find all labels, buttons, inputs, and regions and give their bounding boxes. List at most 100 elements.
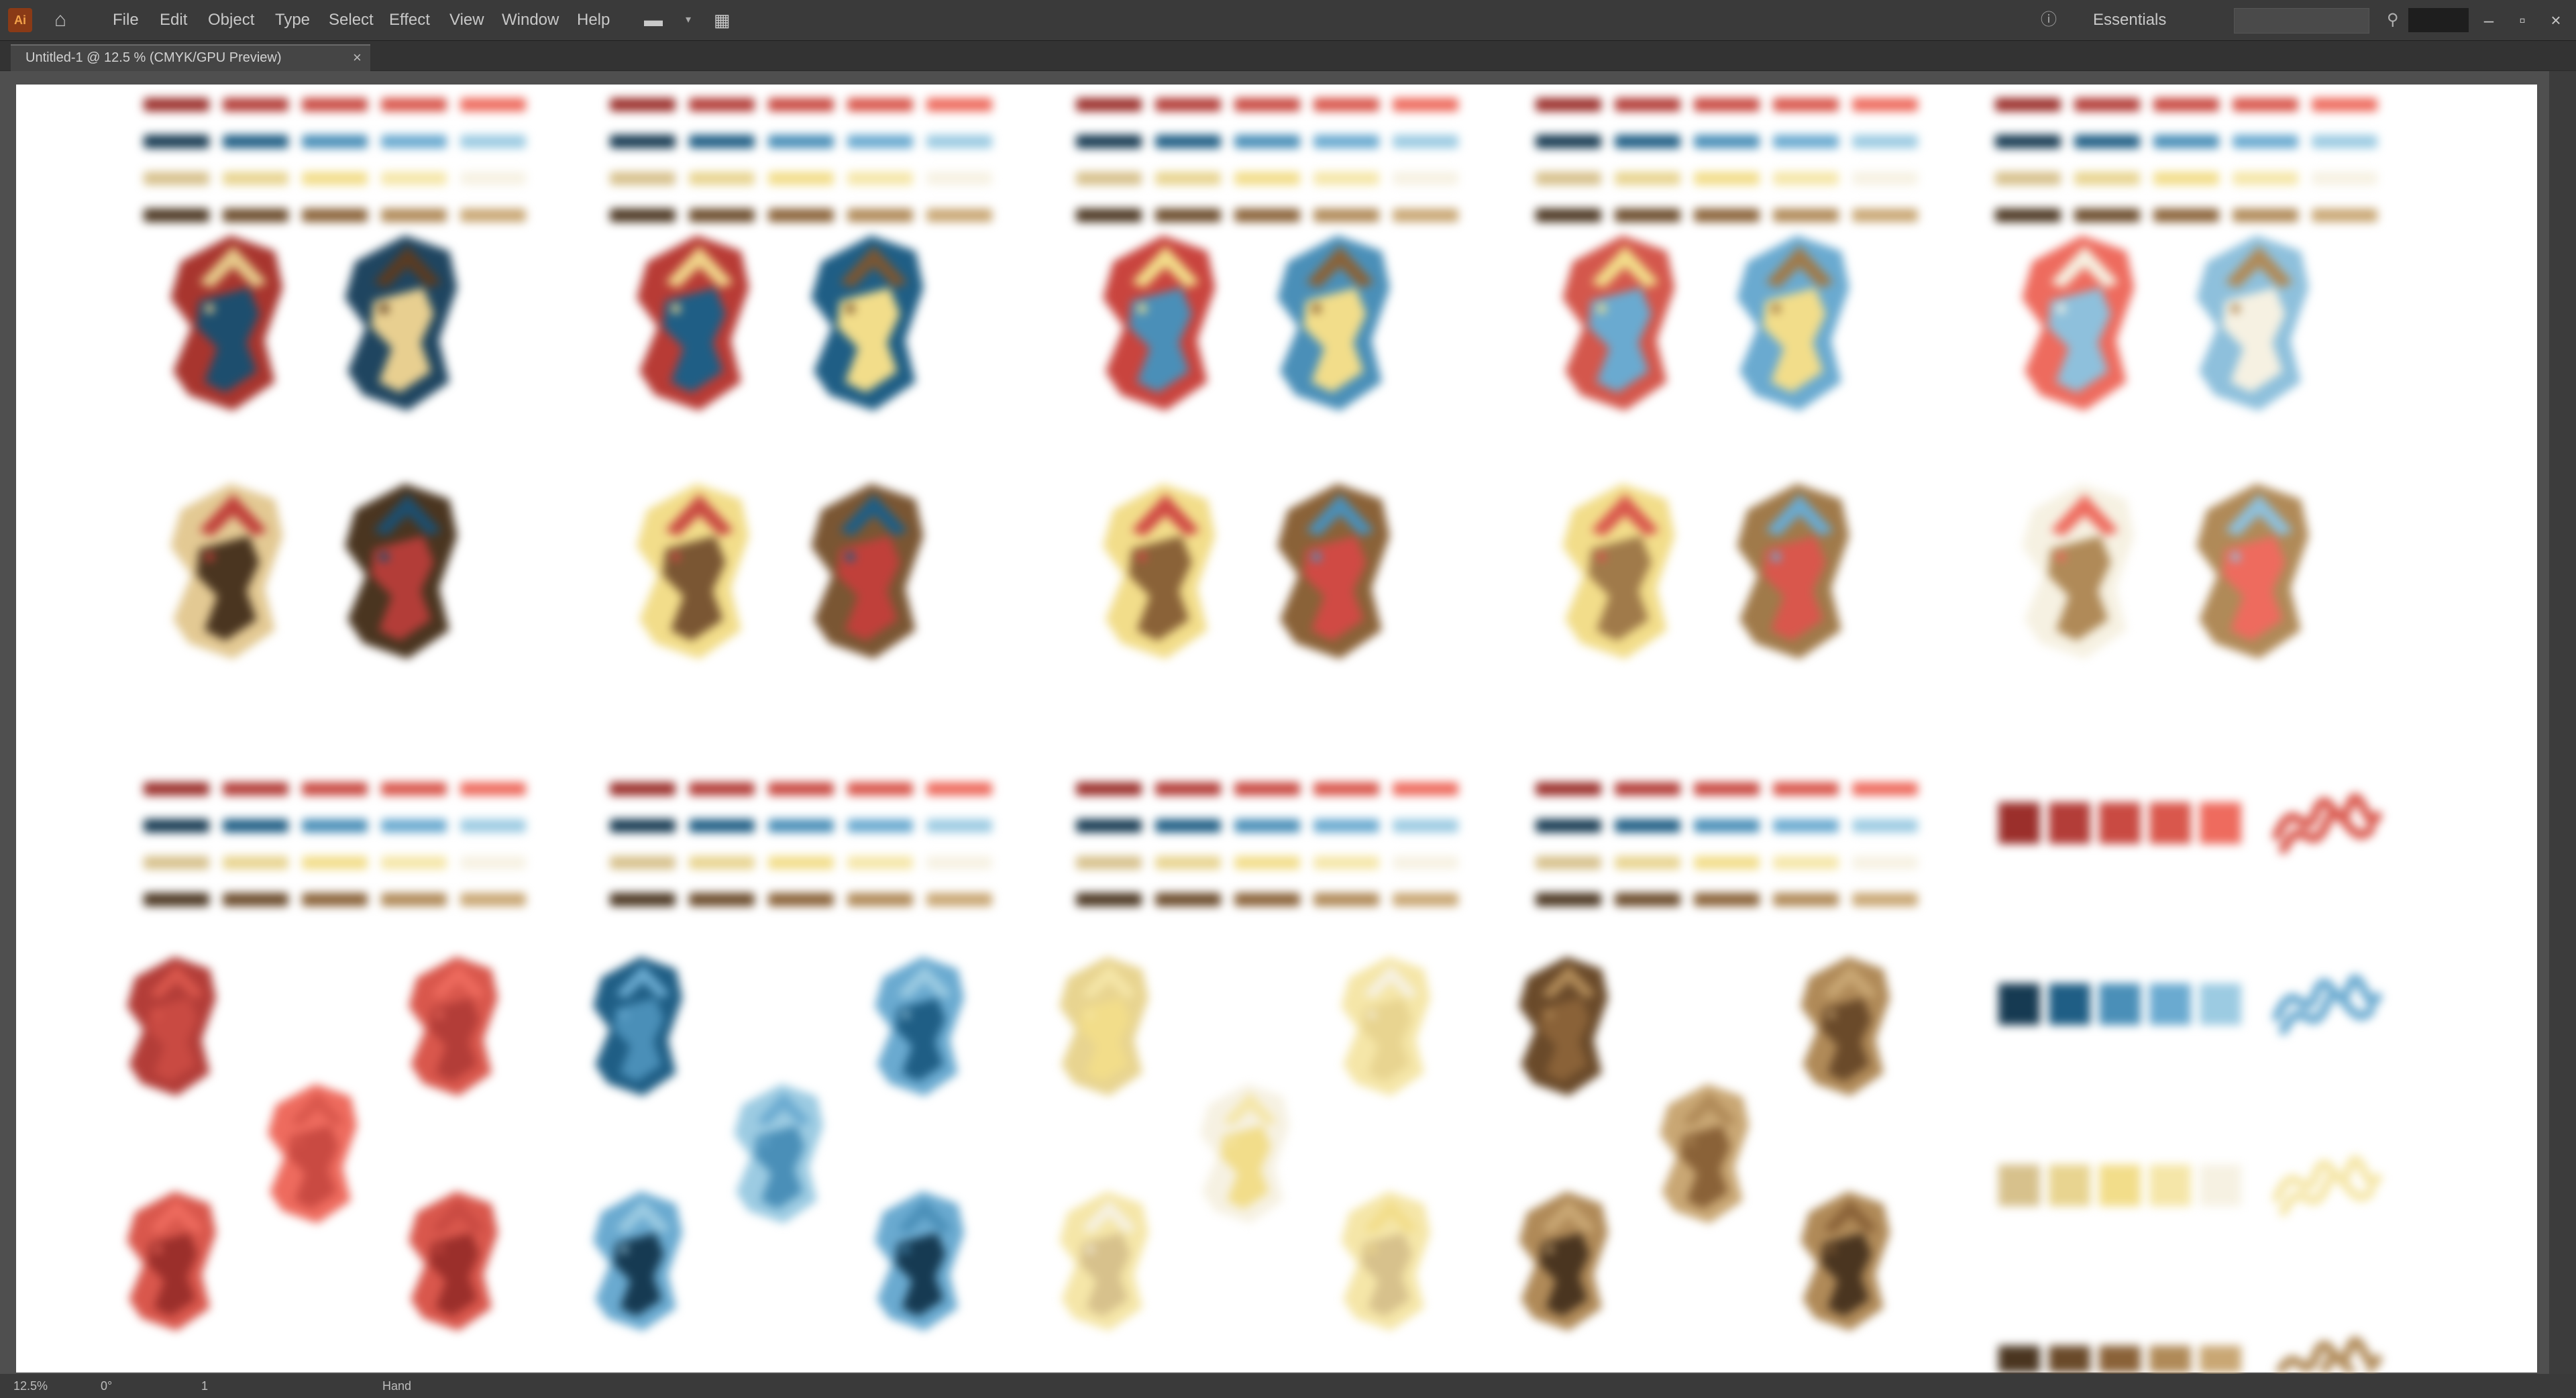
menu-view[interactable]: View (449, 9, 490, 31)
legend-browns-squiggle (2277, 1341, 2377, 1373)
swatch-yellows-4 (460, 172, 526, 185)
artboard[interactable] (16, 85, 2537, 1373)
document-tab[interactable]: Untitled-1 @ 12.5 % (CMYK/GPU Preview) × (11, 44, 370, 71)
swatch-yellows-4 (1852, 172, 1918, 185)
shape-top-right-4 (2196, 235, 2309, 411)
swatch-blues-2 (768, 135, 834, 148)
mono-browns-shape-1 (1801, 957, 1890, 1096)
menu-object[interactable]: Object (208, 9, 262, 31)
legend-browns-square-1 (2049, 1346, 2090, 1387)
swatch-blues-1 (1615, 135, 1680, 148)
maximize-icon[interactable]: ▫ (2509, 7, 2536, 34)
swatch-browns-2 (1694, 209, 1760, 222)
user-account-button[interactable] (2408, 8, 2469, 32)
mono-blues-shape-0 (593, 957, 683, 1096)
mono-reds-shape-0-eye (154, 1011, 162, 1019)
legend-yellows-square-0 (1998, 1165, 2040, 1206)
swatch-yellows-0 (144, 172, 209, 185)
mono-blues-shape-4-eye (902, 1246, 910, 1254)
swatch-grid-1 (610, 98, 992, 222)
swatch-blues-2 (768, 819, 834, 832)
search-input[interactable] (2234, 8, 2369, 34)
swatch-yellows-3 (847, 856, 913, 869)
legend-reds-square-3 (2149, 802, 2191, 844)
swatch-blues-0 (1995, 135, 2061, 148)
menu-effect[interactable]: Effect (389, 9, 436, 31)
swatch-blues-0 (144, 135, 209, 148)
swatch-blues-1 (1615, 819, 1680, 832)
swatch-blues-0 (1076, 135, 1142, 148)
swatch-browns-1 (1155, 209, 1221, 222)
mono-yellows-shape-2-eye (1227, 1138, 1236, 1146)
swatch-browns-2 (1694, 893, 1760, 906)
mono-reds-shape-2 (268, 1084, 358, 1224)
mono-browns-shape-3-eye (1546, 1246, 1554, 1254)
artboard-number[interactable]: 1 (201, 1378, 228, 1394)
shape-bottom-right-1 (811, 484, 924, 659)
mono-yellows-shape-3 (1059, 1191, 1149, 1331)
shape-top-left-4 (2022, 235, 2135, 411)
shape-top-left-1 (637, 235, 749, 411)
legend-blues-square-4 (2200, 983, 2241, 1025)
shape-bottom-left-4-eye (2056, 552, 2066, 562)
chevron-down-icon[interactable]: ▾ (686, 9, 699, 31)
artwork-canvas (127, 98, 2537, 1387)
menu-edit[interactable]: Edit (160, 9, 193, 31)
swatch-yellows-4 (460, 856, 526, 869)
swatch-reds-1 (2074, 98, 2140, 111)
swatch-reds-4 (926, 782, 992, 796)
bulb-icon[interactable]: ⓘ (2041, 9, 2061, 31)
menu-window[interactable]: Window (502, 9, 562, 31)
mono-browns-shape-3 (1519, 1191, 1609, 1331)
swatch-browns-0 (144, 209, 209, 222)
menu-help[interactable]: Help (577, 9, 617, 31)
zoom-readout[interactable]: 12.5% (13, 1378, 74, 1394)
swatch-grid-4 (1995, 98, 2377, 222)
minimize-icon[interactable]: – (2475, 7, 2502, 34)
arrange-documents-icon[interactable]: ▦ (714, 9, 746, 31)
vertical-scrollbar[interactable] (2549, 71, 2576, 1374)
swatch-yellows-2 (1234, 856, 1300, 869)
swatch-reds-3 (381, 98, 447, 111)
menu-select[interactable]: Select (329, 9, 376, 31)
mono-blues-shape-1-eye (902, 1011, 910, 1019)
swatch-yellows-0 (1076, 172, 1142, 185)
legend-yellows-squiggle (2277, 1160, 2377, 1212)
swatch-browns-1 (2074, 209, 2140, 222)
close-icon[interactable]: × (2542, 7, 2569, 34)
mono-yellows-shape-0-eye (1086, 1011, 1095, 1019)
workspace-icon[interactable]: ▬ (644, 9, 682, 31)
swatch-blues-3 (1313, 819, 1379, 832)
legend-yellows-square-3 (2149, 1165, 2191, 1206)
swatch-grid-3 (1536, 98, 1918, 222)
swatch-reds-1 (223, 782, 288, 796)
swatch-browns-3 (847, 209, 913, 222)
app-logo[interactable]: Ai (8, 8, 32, 32)
swatch-blues-3 (381, 819, 447, 832)
shape-top-left-2-eye (1137, 304, 1147, 314)
swatch-reds-1 (689, 782, 755, 796)
swatch-yellows-0 (1536, 856, 1601, 869)
swatch-browns-1 (689, 209, 755, 222)
home-icon[interactable]: ⌂ (47, 7, 74, 34)
swatch-blues-4 (926, 819, 992, 832)
swatch-blues-0 (1076, 819, 1142, 832)
swatch-browns-0 (1536, 893, 1601, 906)
swatch-blues-1 (1155, 819, 1221, 832)
legend-yellows-square-1 (2049, 1165, 2090, 1206)
menu-type[interactable]: Type (275, 9, 315, 31)
shape-top-right-1 (811, 235, 924, 411)
swatch-reds-4 (1393, 782, 1458, 796)
swatch-browns-3 (1773, 893, 1839, 906)
close-icon[interactable]: × (353, 48, 362, 67)
shape-top-right-3-eye (1771, 304, 1781, 314)
mono-browns-shape-4 (1801, 1191, 1890, 1331)
rotation-readout[interactable]: 0° (101, 1378, 141, 1394)
swatch-blues-3 (1313, 135, 1379, 148)
swatch-browns-4 (1393, 893, 1458, 906)
menu-file[interactable]: File (113, 9, 146, 31)
swatch-browns-1 (1615, 893, 1680, 906)
workspace-selector[interactable]: Essentials (2093, 9, 2200, 31)
search-icon[interactable]: ⚲ (2387, 9, 2407, 31)
swatch-reds-4 (460, 98, 526, 111)
